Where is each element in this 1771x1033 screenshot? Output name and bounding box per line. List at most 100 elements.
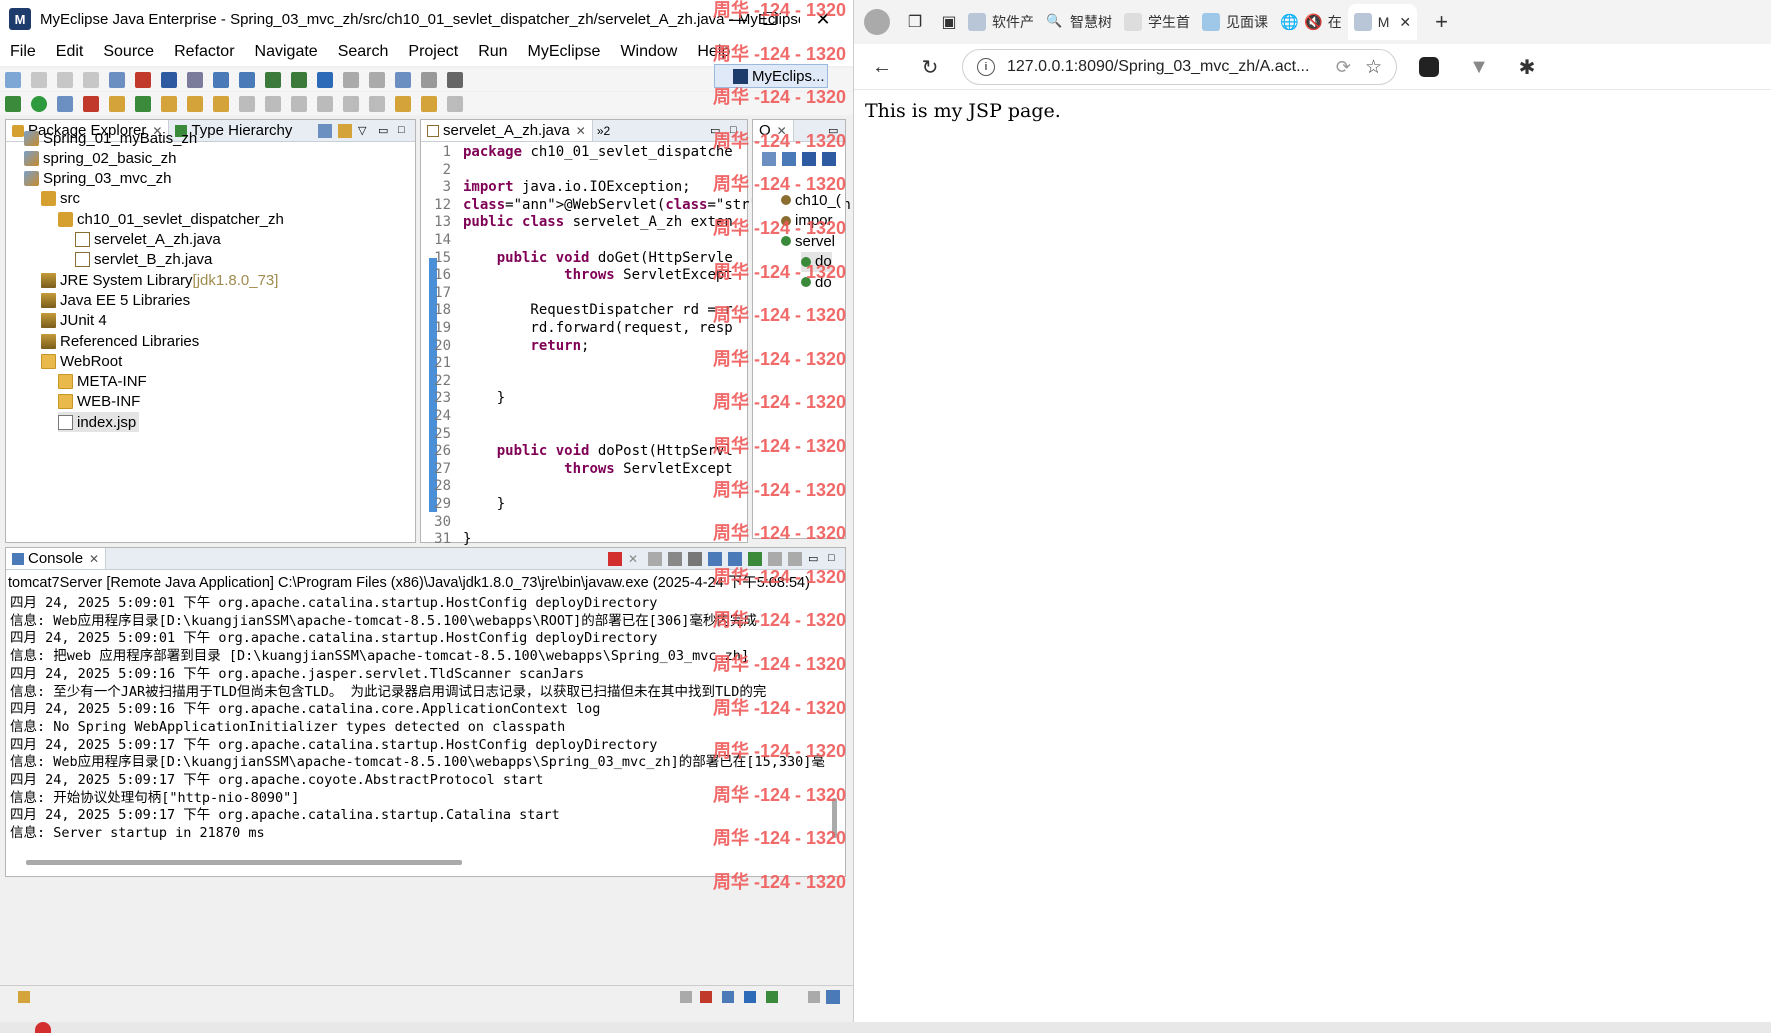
console-horizontal-scrollbar[interactable] [26,860,462,865]
back-icon[interactable] [421,95,437,112]
new-icon[interactable] [5,71,21,88]
minimize-view-icon[interactable]: ▭ [378,124,392,138]
view-menu-icon[interactable]: ▽ [358,124,372,138]
globe-icon[interactable] [317,71,333,88]
collapse-all-icon[interactable] [318,123,332,138]
code-line[interactable]: public void doPost(HttpServl [463,443,733,459]
url-text[interactable]: 127.0.0.1:8090/Spring_03_mvc_zh/A.act... [1007,58,1309,76]
maximize-view-icon[interactable]: □ [398,124,412,138]
address-bar[interactable]: i 127.0.0.1:8090/Spring_03_mvc_zh/A.act.… [962,49,1397,85]
status-icon-7[interactable] [826,990,840,1004]
code-line[interactable]: public void doGet(HttpServle [463,250,733,266]
tree-item[interactable]: Java EE 5 Libraries [41,290,190,310]
prev-annotation-icon[interactable] [369,95,385,112]
save-all-icon[interactable] [57,71,73,88]
tree-item[interactable]: WEB-INF [58,392,140,412]
menu-search[interactable]: Search [328,43,399,61]
editor-overflow-indicator[interactable]: »2 [597,124,610,138]
menu-refactor[interactable]: Refactor [164,43,244,61]
back-icon[interactable]: ← [869,54,895,80]
new-java-project-icon[interactable] [109,95,125,112]
browser-icon[interactable] [161,71,177,88]
menu-myeclipse[interactable]: MyEclipse [518,43,611,61]
code-line[interactable]: throws ServletExcept [463,267,733,283]
next-annotation-icon[interactable] [343,95,359,112]
remove-launch-icon[interactable]: ✕ [628,552,642,566]
wizard-icon[interactable] [239,71,255,88]
code-line[interactable]: package ch10_01_sevlet_dispatche [463,144,733,160]
hide-fields-icon[interactable] [802,152,816,166]
nav2-icon[interactable] [369,71,385,88]
save-icon[interactable] [31,71,47,88]
tab-servelet-a-zh[interactable]: servelet_A_zh.java ✕ [421,120,593,141]
code-line[interactable]: throws ServletExcept [463,461,733,477]
monitor-icon[interactable] [447,71,463,88]
debug-server-icon[interactable] [291,71,307,88]
toggle-icon[interactable] [317,95,333,112]
nav-icon[interactable] [343,71,359,88]
task-icon[interactable] [213,95,229,112]
hide-static-icon[interactable] [822,152,836,166]
tree-item[interactable]: Spring_03_mvc_zh [24,169,171,189]
status-icon-5[interactable] [766,991,778,1003]
last-edit-icon[interactable] [395,95,411,112]
browser-tab-1[interactable]: 软件产 [962,4,1040,40]
remove-all-icon[interactable] [648,551,662,566]
print-icon[interactable] [83,71,99,88]
link-editor-icon[interactable] [338,123,352,138]
close-icon[interactable]: ✕ [89,552,99,566]
status-icon-3[interactable] [722,991,734,1003]
tree-item[interactable]: Referenced Libraries [41,331,199,351]
tree-item[interactable]: ch10_01_sevlet_dispatcher_zh [58,209,284,229]
tree-item[interactable]: WebRoot [41,351,122,371]
site-info-icon[interactable]: i [977,58,995,76]
web-service-icon[interactable] [213,71,229,88]
annotation-icon[interactable] [239,95,255,112]
scroll-lock-icon[interactable] [688,551,702,566]
database-icon[interactable] [187,71,203,88]
status-icon-6[interactable] [808,991,820,1003]
code-line[interactable]: rd.forward(request, resp [463,320,732,336]
browser-tab-5[interactable]: 🌐 🔇 在 [1274,4,1348,40]
tree-item[interactable]: META-INF [58,372,147,392]
extension-2-icon[interactable]: ▼ [1466,54,1492,80]
favorite-star-icon[interactable]: ☆ [1365,56,1382,79]
code-line[interactable]: } [463,390,505,406]
workspaces-icon[interactable]: ❐ [902,9,928,35]
coverage-icon[interactable] [83,95,99,112]
status-task-icon[interactable] [18,991,30,1003]
menu-file[interactable]: File [0,43,46,61]
code-line[interactable]: } [463,531,471,547]
search-icon[interactable] [187,95,203,112]
status-icon-4[interactable] [744,991,756,1003]
edit-icon[interactable] [265,95,281,112]
code-line[interactable]: return; [463,338,589,354]
status-icon-2[interactable] [700,991,712,1003]
tree-item[interactable]: servlet_B_zh.java [75,250,212,270]
status-icon-1[interactable] [680,991,692,1003]
tree-item[interactable]: JRE System Library [jdk1.8.0_73] [41,270,278,290]
code-line[interactable]: public class servelet_A_zh exten [463,214,733,230]
menu-window[interactable]: Window [610,43,687,61]
close-icon[interactable]: ✕ [576,124,586,138]
settings-icon[interactable] [421,71,437,88]
browser-tab-2[interactable]: 🔍 智慧树 [1040,4,1118,40]
tree-item[interactable]: Spring_01_myBatis_zh [24,128,197,148]
extension-icon[interactable] [1419,57,1439,77]
layout-icon[interactable] [395,71,411,88]
menu-edit[interactable]: Edit [46,43,94,61]
translate-icon[interactable]: ⟳ [1336,57,1351,78]
browser-tab-3[interactable]: 学生首 [1118,4,1196,40]
new-tab-icon[interactable]: + [1435,9,1448,35]
terminate-icon[interactable] [608,551,622,566]
code-line[interactable]: import java.io.IOException; [463,179,691,195]
collapse-icon[interactable] [762,152,776,166]
menu-project[interactable]: Project [398,43,468,61]
muted-audio-icon[interactable]: 🔇 [1304,13,1323,31]
code-line[interactable]: RequestDispatcher rd = r [463,302,732,318]
vertical-tabs-icon[interactable]: ▣ [936,9,962,35]
server-icon[interactable] [135,71,151,88]
tree-item[interactable]: index.jsp [58,412,140,433]
close-tab-icon[interactable]: ✕ [1399,14,1411,31]
extensions-puzzle-icon[interactable]: ✱ [1514,54,1540,80]
